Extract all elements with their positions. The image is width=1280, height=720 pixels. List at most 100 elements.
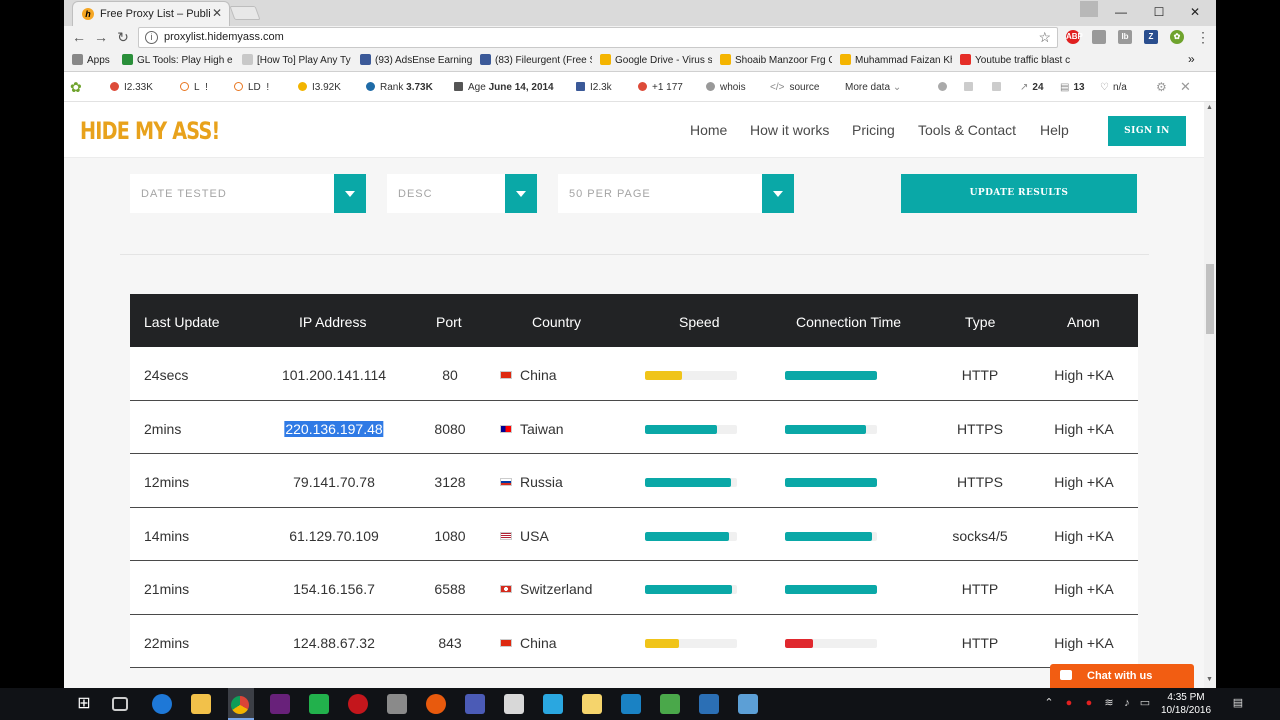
reload-icon[interactable]: ↻ (114, 28, 132, 46)
seo-more-data[interactable]: More data ⌄ (845, 82, 901, 93)
keyboard-icon[interactable]: ▭ (1139, 696, 1151, 710)
chevron-down-icon[interactable] (762, 174, 794, 213)
scroll-up-icon[interactable]: ▲ (1206, 104, 1213, 111)
volume-icon[interactable]: ♪ (1121, 696, 1133, 710)
kebab-menu-icon[interactable]: ⋮ (1194, 28, 1212, 46)
cell-ip-address[interactable]: 154.16.156.7 (293, 581, 375, 597)
app-icon[interactable] (387, 694, 407, 714)
app-icon[interactable] (699, 694, 719, 714)
app-icon[interactable] (543, 694, 563, 714)
header-port[interactable]: Port (436, 314, 462, 330)
seo-source[interactable]: </> source (770, 82, 819, 93)
chat-widget[interactable]: Chat with us (1050, 664, 1194, 688)
bookmark-item[interactable]: Shoaib Manzoor Frg C (720, 54, 832, 66)
header-connection-time[interactable]: Connection Time (796, 314, 901, 330)
seo-links[interactable]: L ! (180, 82, 208, 93)
clock[interactable]: 4:35 PM 10/18/2016 (1158, 691, 1214, 717)
task-view-icon[interactable] (112, 697, 128, 711)
bookmark-item[interactable]: Muhammad Faizan Kh (840, 54, 952, 66)
header-speed[interactable]: Speed (679, 314, 719, 330)
maximize-button[interactable]: ☐ (1144, 2, 1174, 22)
bookmarks-overflow-icon[interactable]: » (1188, 52, 1195, 66)
ip-text[interactable]: 101.200.141.114 (282, 367, 386, 383)
ip-text[interactable]: 154.16.156.7 (293, 581, 375, 597)
notepad-icon[interactable] (582, 694, 602, 714)
document-icon[interactable] (992, 82, 1006, 93)
extension-icon[interactable] (1092, 30, 1106, 44)
back-arrow-icon[interactable]: ← (70, 28, 88, 46)
ip-text[interactable]: 79.141.70.78 (293, 474, 375, 490)
app-icon[interactable] (348, 694, 368, 714)
bookmark-item[interactable]: GL Tools: Play High e (122, 54, 242, 66)
visual-studio-icon[interactable] (270, 694, 290, 714)
bookmark-item[interactable]: Google Drive - Virus s (600, 54, 712, 66)
tab-proxy-list[interactable]: h Free Proxy List – Public P ✕ (72, 1, 230, 26)
extension-gear-icon[interactable]: ✿ (1170, 30, 1184, 44)
seo-external-links[interactable]: ↗ 24 (1020, 82, 1044, 93)
app-icon[interactable] (426, 694, 446, 714)
ip-text[interactable]: 220.136.197.48 (284, 420, 384, 437)
info-icon[interactable] (938, 82, 952, 93)
per-page-select[interactable]: 50 PER PAGE (558, 174, 794, 213)
app-icon[interactable] (465, 694, 485, 714)
update-results-button[interactable]: UPDATE RESULTS (901, 174, 1137, 213)
bookmark-item[interactable]: (83) Fileurgent (Free S (480, 54, 592, 66)
scrollbar-thumb[interactable] (1206, 264, 1214, 334)
nav-help[interactable]: Help (1040, 122, 1069, 138)
header-ip-address[interactable]: IP Address (299, 314, 366, 330)
header-anon[interactable]: Anon (1067, 314, 1100, 330)
cell-ip-address[interactable]: 124.88.67.32 (293, 635, 375, 651)
seo-whois[interactable]: whois (706, 82, 746, 93)
settings-gear-icon[interactable]: ⚙ (1156, 80, 1167, 94)
adblock-icon[interactable]: ABP (1066, 30, 1083, 44)
seo-bing-index[interactable]: I3.92K (298, 82, 341, 93)
header-country[interactable]: Country (532, 314, 581, 330)
close-window-button[interactable]: ✕ (1180, 2, 1210, 22)
app-icon[interactable] (738, 694, 758, 714)
address-bar[interactable]: i proxylist.hidemyass.com ☆ (138, 27, 1058, 48)
page-scrollbar[interactable]: ▲ ▼ (1204, 102, 1216, 688)
header-last-update[interactable]: Last Update (144, 314, 220, 330)
sort-by-select[interactable]: DATE TESTED (130, 174, 366, 213)
seo-linking-domains[interactable]: LD ! (234, 82, 269, 93)
seo-domain-age[interactable]: Age June 14, 2014 (454, 82, 554, 93)
app-icon[interactable] (504, 694, 524, 714)
header-type[interactable]: Type (965, 314, 995, 330)
seo-google-index[interactable]: I2.33K (110, 82, 153, 93)
order-select[interactable]: DESC (387, 174, 537, 213)
nav-home[interactable]: Home (690, 122, 727, 138)
cell-ip-address[interactable]: 79.141.70.78 (293, 474, 375, 490)
extension-icon[interactable]: Ib (1118, 30, 1132, 44)
nav-how-it-works[interactable]: How it works (750, 122, 829, 138)
bookmark-item[interactable]: [How To] Play Any Ty (242, 54, 354, 66)
ip-text[interactable]: 61.129.70.109 (289, 528, 379, 544)
close-icon[interactable]: ✕ (1180, 79, 1191, 95)
seo-alexa-rank[interactable]: Rank 3.73K (366, 82, 433, 93)
chart-icon[interactable] (964, 82, 978, 93)
tab-close-icon[interactable]: ✕ (212, 6, 222, 20)
seo-rating[interactable]: ♡ n/a (1100, 82, 1127, 93)
notifications-icon[interactable]: ▤ (1232, 696, 1244, 710)
tray-app-icon[interactable]: ● (1063, 696, 1075, 710)
seo-internal-links[interactable]: ▤ 13 (1060, 82, 1085, 93)
seo-gplus[interactable]: +1 177 (638, 82, 683, 93)
nav-tools-contact[interactable]: Tools & Contact (918, 122, 1016, 138)
cell-ip-address[interactable]: 61.129.70.109 (289, 528, 379, 544)
url-text[interactable]: proxylist.hidemyass.com (164, 31, 284, 43)
chevron-down-icon[interactable] (334, 174, 366, 213)
ip-text[interactable]: 124.88.67.32 (293, 635, 375, 651)
file-explorer-icon[interactable] (191, 694, 211, 714)
bookmark-item[interactable]: (93) AdsEnse Earning (360, 54, 472, 66)
seoquake-logo-icon[interactable]: ✿ (70, 79, 82, 96)
minimize-button[interactable]: — (1106, 2, 1136, 22)
chevron-up-icon[interactable]: ⌃ (1043, 696, 1055, 710)
scroll-down-icon[interactable]: ▼ (1206, 676, 1213, 683)
app-icon[interactable] (621, 694, 641, 714)
new-tab-button[interactable] (229, 6, 261, 20)
profile-icon[interactable] (1080, 1, 1098, 17)
cell-ip-address[interactable]: 101.200.141.114 (282, 367, 386, 383)
bookmark-star-icon[interactable]: ☆ (1038, 29, 1051, 46)
app-icon[interactable] (309, 694, 329, 714)
edge-icon[interactable] (152, 694, 172, 714)
chrome-icon[interactable] (231, 696, 249, 714)
